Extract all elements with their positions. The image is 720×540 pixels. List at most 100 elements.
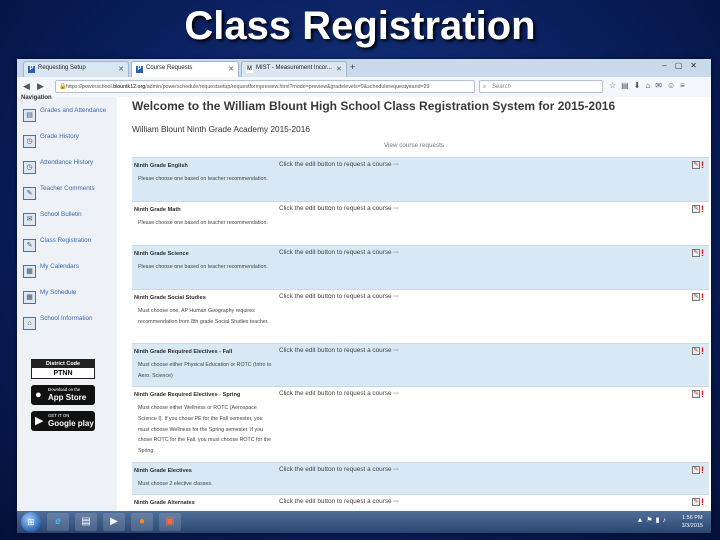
powerschool-icon: P bbox=[28, 66, 35, 73]
alert-icon: ! bbox=[701, 497, 704, 507]
close-icon[interactable]: ✕ bbox=[228, 65, 234, 73]
tab-label: MIST - Measurement Incor... bbox=[256, 65, 332, 71]
bulletin-icon: ✉ bbox=[23, 213, 36, 226]
view-course-requests-link[interactable]: View course requests bbox=[117, 142, 711, 149]
edit-button[interactable]: ✎! bbox=[692, 248, 705, 258]
sidebar-item-school-bulletin[interactable]: ✉ School Bulletin bbox=[23, 211, 115, 235]
arrow-icon: ⇨ bbox=[393, 161, 399, 168]
app-store-button[interactable]: ● Download on the App Store bbox=[31, 385, 95, 405]
system-tray-icons[interactable]: ▲⚑▮♪ bbox=[636, 516, 669, 524]
school-icon: ⌂ bbox=[23, 317, 36, 330]
file-explorer-icon[interactable]: ▤ bbox=[75, 513, 97, 531]
sidebar-item-grade-history[interactable]: ◷ Grade History bbox=[23, 133, 115, 157]
request-instruction: Click the edit button to request a cours… bbox=[279, 160, 399, 168]
course-row: Ninth Grade Science Please choose one ba… bbox=[132, 245, 709, 289]
attendance-icon: ◷ bbox=[23, 161, 36, 174]
edit-icon: ✎ bbox=[692, 205, 700, 213]
app-store-big-text: App Store bbox=[48, 393, 87, 402]
request-text: Click the edit button to request a cours… bbox=[279, 347, 392, 354]
apple-icon: ● bbox=[35, 389, 42, 401]
arrow-icon: ⇨ bbox=[393, 293, 399, 300]
close-icon[interactable]: ✕ bbox=[118, 65, 124, 73]
tab-course-requests[interactable]: P Course Requests ✕ bbox=[131, 61, 239, 77]
back-arrow-icon[interactable]: ◀ bbox=[23, 81, 30, 92]
mist-icon: M bbox=[246, 66, 253, 73]
course-row: Ninth Grade Required Electives - Fall Mu… bbox=[132, 343, 709, 386]
course-group-note: Must choose either Physical Education or… bbox=[138, 362, 272, 379]
edit-button[interactable]: ✎! bbox=[692, 465, 705, 475]
course-group-note: Must choose either Wellness or ROTC (Aer… bbox=[138, 405, 272, 455]
powerpoint-icon[interactable]: ▣ bbox=[159, 513, 181, 531]
edit-button[interactable]: ✎! bbox=[692, 389, 705, 399]
course-group-title: Ninth Grade Science bbox=[134, 251, 189, 257]
request-instruction: Click the edit button to request a cours… bbox=[279, 292, 399, 300]
calendar-icon: ▦ bbox=[23, 265, 36, 278]
course-group-note: Please choose one based on teacher recom… bbox=[138, 220, 268, 226]
media-player-icon[interactable]: ▶ bbox=[103, 513, 125, 531]
request-instruction: Click the edit button to request a cours… bbox=[279, 248, 399, 256]
course-group-title: Ninth Grade Required Electives - Spring bbox=[134, 392, 241, 398]
google-play-button[interactable]: ▶ GET IT ON Google play bbox=[31, 411, 95, 431]
edit-button[interactable]: ✎! bbox=[692, 497, 705, 507]
sidebar-item-my-calendars[interactable]: ▦ My Calendars bbox=[23, 263, 115, 287]
arrow-icon: ⇨ bbox=[393, 205, 399, 212]
district-code-label: District Code bbox=[32, 360, 94, 368]
request-text: Click the edit button to request a cours… bbox=[279, 161, 392, 168]
edit-button[interactable]: ✎! bbox=[692, 160, 705, 170]
taskbar-clock[interactable]: 1:56 PM 3/3/2015 bbox=[682, 514, 703, 530]
sidebar-item-my-schedule[interactable]: ▦ My Schedule bbox=[23, 289, 115, 313]
sidebar-item-label: Attendance History bbox=[40, 159, 94, 166]
edit-button[interactable]: ✎! bbox=[692, 292, 705, 302]
edit-icon: ✎ bbox=[692, 466, 700, 474]
sidebar-item-label: Class Registration bbox=[40, 237, 92, 244]
internet-explorer-icon[interactable]: e bbox=[47, 513, 69, 531]
url-rest: /admin/powerschedule/requestsetup/reques… bbox=[145, 84, 430, 90]
sidebar-item-grades-attendance[interactable]: ▤ Grades and Attendance bbox=[23, 107, 115, 131]
course-group-title: Ninth Grade Electives bbox=[134, 468, 192, 474]
window-controls[interactable]: –▢✕ bbox=[662, 61, 705, 70]
course-group-title: Ninth Grade English bbox=[134, 163, 188, 169]
sidebar-item-school-information[interactable]: ⌂ School Information bbox=[23, 315, 115, 339]
request-text: Click the edit button to request a cours… bbox=[279, 293, 392, 300]
search-input[interactable]: ⌕ Search bbox=[479, 80, 603, 93]
address-bar[interactable]: 🔒 https://powerschool.blountk12.org/admi… bbox=[55, 80, 475, 93]
navigation-bar: ◀ ▶ 🔒 https://powerschool.blountk12.org/… bbox=[17, 77, 711, 98]
sidebar-item-label: Grade History bbox=[40, 133, 79, 140]
alert-icon: ! bbox=[701, 389, 704, 399]
powerschool-icon: P bbox=[136, 66, 143, 73]
tab-requesting-setup[interactable]: P Requesting Setup ✕ bbox=[23, 61, 129, 77]
url-prefix: https://powerschool. bbox=[66, 84, 114, 90]
tab-mist[interactable]: M MIST - Measurement Incor... ✕ bbox=[241, 61, 347, 77]
history-icon: ◷ bbox=[23, 135, 36, 148]
edit-button[interactable]: ✎! bbox=[692, 204, 705, 214]
comments-icon: ✎ bbox=[23, 187, 36, 200]
sidebar-item-teacher-comments[interactable]: ✎ Teacher Comments bbox=[23, 185, 115, 209]
arrow-icon: ⇨ bbox=[393, 498, 399, 505]
arrow-icon: ⇨ bbox=[393, 390, 399, 397]
course-row: Ninth Grade English Please choose one ba… bbox=[132, 157, 709, 201]
sidebar-item-attendance-history[interactable]: ◷ Attendance History bbox=[23, 159, 115, 183]
close-icon[interactable]: ✕ bbox=[336, 65, 342, 73]
request-text: Click the edit button to request a cours… bbox=[279, 466, 392, 473]
course-group-note: Please choose one based on teacher recom… bbox=[138, 264, 268, 270]
clock-date: 3/3/2015 bbox=[681, 523, 703, 529]
new-tab-button[interactable]: + bbox=[350, 62, 355, 72]
firefox-icon[interactable]: ● bbox=[131, 513, 153, 531]
arrow-icon: ⇨ bbox=[393, 466, 399, 473]
slide-title: Class Registration bbox=[184, 4, 536, 48]
district-code-value: PTNN bbox=[53, 370, 73, 377]
edit-button[interactable]: ✎! bbox=[692, 346, 705, 356]
edit-icon: ✎ bbox=[692, 161, 700, 169]
course-row: Ninth Grade Social Studies Must choose o… bbox=[132, 289, 709, 343]
sidebar-item-label: Teacher Comments bbox=[40, 185, 95, 192]
start-button[interactable]: ⊞ bbox=[21, 512, 41, 532]
edit-icon: ✎ bbox=[692, 390, 700, 398]
grades-icon: ▤ bbox=[23, 109, 36, 122]
sidebar-item-class-registration[interactable]: ✎ Class Registration bbox=[23, 237, 115, 261]
course-row: Ninth Grade Math Please choose one based… bbox=[132, 201, 709, 245]
forward-arrow-icon[interactable]: ▶ bbox=[37, 81, 44, 92]
course-group-title: Ninth Grade Alternates bbox=[134, 500, 195, 506]
toolbar-icons[interactable]: ☆▤⬇⌂✉☺≡ bbox=[609, 81, 690, 90]
page-title: Welcome to the William Blount High Schoo… bbox=[132, 99, 616, 113]
sidebar: Navigation ▤ Grades and Attendance ◷ Gra… bbox=[17, 95, 118, 511]
